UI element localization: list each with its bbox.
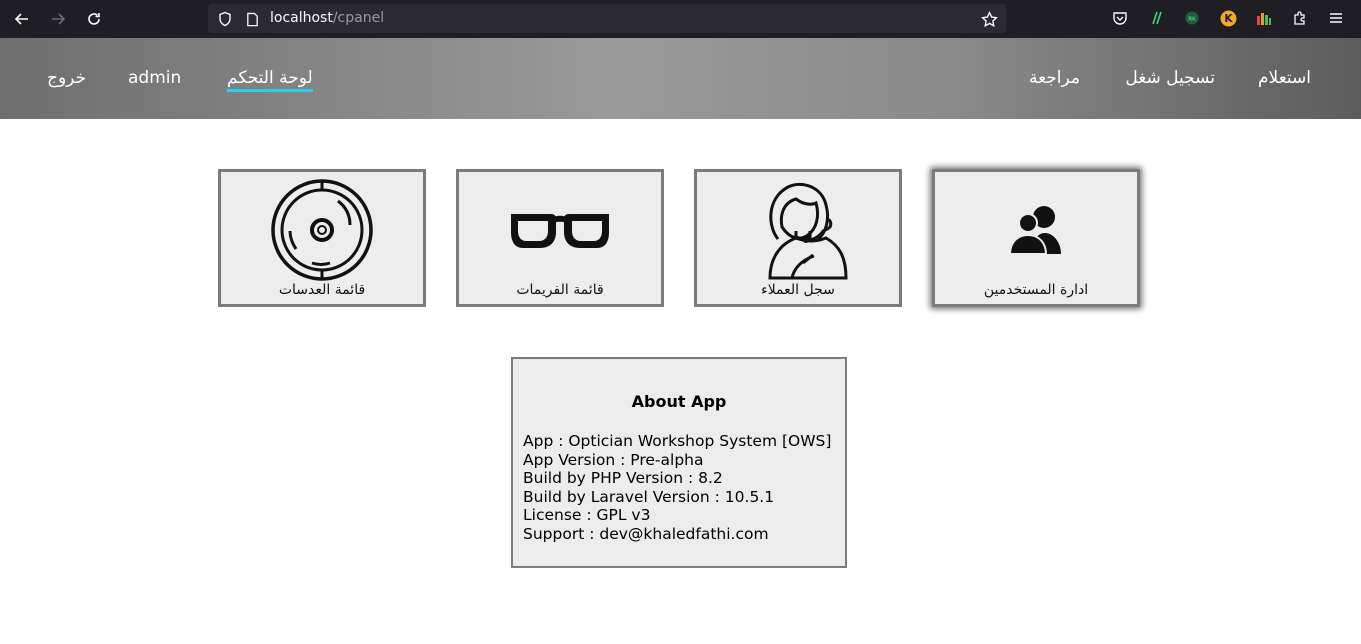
about-title: About App xyxy=(631,392,727,411)
reload-icon xyxy=(88,13,100,25)
forward-arrow-icon xyxy=(52,13,66,25)
about-line-license: License : GPL v3 xyxy=(523,506,651,525)
extension-slash-icon[interactable] xyxy=(1146,8,1166,28)
extension-rk-icon[interactable]: RK xyxy=(1182,8,1202,28)
url-text[interactable]: localhost/cpanel xyxy=(270,10,384,26)
about-line-laravel: Build by Laravel Version : 10.5.1 xyxy=(523,487,775,506)
card-label: قائمة العدسات xyxy=(278,282,366,298)
page-icon[interactable] xyxy=(243,10,261,28)
users-icon xyxy=(935,204,1137,256)
about-line-app: App : Optician Workshop System [OWS] xyxy=(523,432,832,450)
glasses-icon xyxy=(459,210,661,250)
card-label: ادارة المستخدمين xyxy=(983,282,1089,298)
back-arrow-icon xyxy=(14,13,28,25)
about-details: App : Optician Workshop System [OWS] App… xyxy=(523,432,831,544)
nav-register-work[interactable]: تسجيل شغل xyxy=(1125,68,1215,88)
app-header: استعلام تسجيل شغل مراجعة لوحة التحكم adm… xyxy=(0,38,1361,119)
lens-icon xyxy=(221,179,423,281)
bookmark-star-icon[interactable] xyxy=(980,10,998,28)
about-line-php: Build by PHP Version : 8.2 xyxy=(523,469,723,488)
about-app-panel: About App App : Optician Workshop System… xyxy=(511,357,847,568)
card-label: قائمة الفريمات xyxy=(516,282,604,298)
nav-admin-user[interactable]: admin xyxy=(128,68,181,88)
url-bar[interactable]: localhost/cpanel xyxy=(208,4,1006,33)
extension-meter-icon[interactable] xyxy=(1254,8,1274,28)
card-frames-list[interactable]: قائمة الفريمات xyxy=(456,169,664,307)
card-label: سجل العملاء xyxy=(761,282,835,298)
nav-control-panel[interactable]: لوحة التحكم xyxy=(227,68,313,92)
about-line-version: App Version : Pre-alpha xyxy=(523,450,704,469)
svg-text:K: K xyxy=(1224,12,1233,25)
nav-inquiry[interactable]: استعلام xyxy=(1258,68,1311,88)
nav-logout[interactable]: خروج xyxy=(47,68,86,88)
svg-text:RK: RK xyxy=(1188,17,1196,23)
browser-toolbar: localhost/cpanel RK K xyxy=(0,0,1361,38)
shield-icon[interactable] xyxy=(216,10,234,28)
forward-button[interactable] xyxy=(46,7,70,31)
customer-support-icon xyxy=(697,179,899,280)
url-host: localhost xyxy=(270,10,333,26)
card-users-management[interactable]: ادارة المستخدمين xyxy=(932,169,1140,307)
card-lenses-list[interactable]: قائمة العدسات xyxy=(218,169,426,307)
pocket-icon[interactable] xyxy=(1110,8,1130,28)
reload-button[interactable] xyxy=(82,7,106,31)
menu-hamburger-icon[interactable] xyxy=(1326,8,1346,28)
extensions-puzzle-icon[interactable] xyxy=(1290,8,1310,28)
extension-k-icon[interactable]: K xyxy=(1218,8,1238,28)
nav-review[interactable]: مراجعة xyxy=(1029,68,1080,88)
card-customer-records[interactable]: سجل العملاء xyxy=(694,169,902,307)
about-line-support: Support : dev@khaledfathi.com xyxy=(523,524,769,543)
back-button[interactable] xyxy=(10,7,34,31)
url-path: /cpanel xyxy=(332,10,385,26)
